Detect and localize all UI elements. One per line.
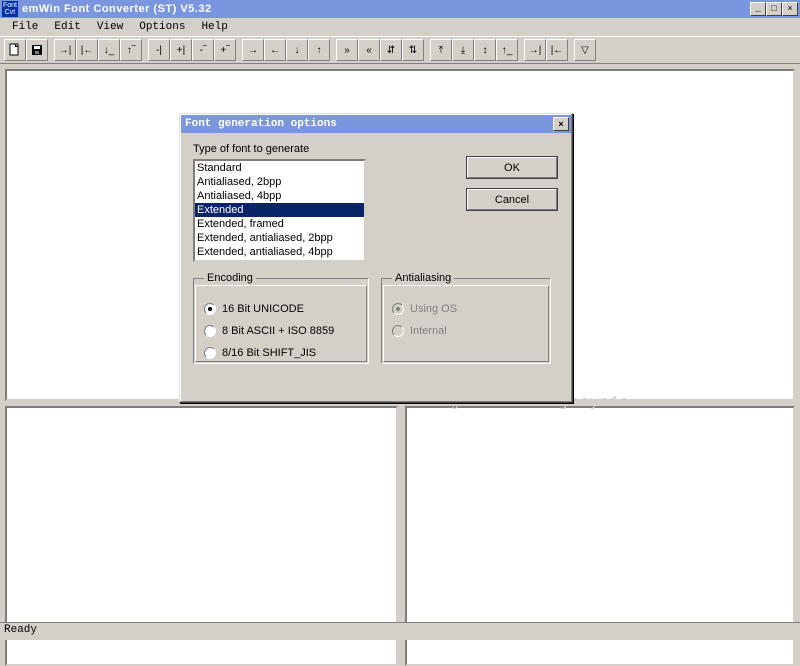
radio-label: Internal bbox=[410, 325, 447, 337]
radio-icon bbox=[392, 303, 404, 315]
skip-fwd-icon[interactable]: » bbox=[336, 39, 358, 61]
radio-label: 16 Bit UNICODE bbox=[222, 303, 304, 315]
radio-label: 8 Bit ASCII + ISO 8859 bbox=[222, 325, 334, 337]
font-type-item[interactable]: Antialiased, 2bpp bbox=[195, 175, 364, 189]
font-type-item[interactable]: Extended, framed bbox=[195, 217, 364, 231]
font-type-item[interactable]: Standard bbox=[195, 161, 364, 175]
shift-down-icon[interactable]: ↓_ bbox=[98, 39, 120, 61]
font-type-listbox[interactable]: StandardAntialiased, 2bppAntialiased, 4b… bbox=[193, 159, 366, 262]
menu-options[interactable]: Options bbox=[131, 19, 193, 35]
radio-icon bbox=[204, 325, 216, 337]
skip-back-icon[interactable]: « bbox=[358, 39, 380, 61]
menu-help[interactable]: Help bbox=[193, 19, 235, 35]
arrow-right-icon[interactable]: → bbox=[242, 39, 264, 61]
antialiasing-fieldset: Antialiasing Using OS Internal bbox=[381, 272, 551, 364]
menu-file[interactable]: File bbox=[4, 19, 46, 35]
dialog-close-button[interactable]: × bbox=[553, 117, 569, 131]
to-start-icon[interactable]: |← bbox=[546, 39, 568, 61]
antialiasing-option: Internal bbox=[392, 322, 540, 340]
to-end-icon[interactable]: →| bbox=[524, 39, 546, 61]
arrow-up-icon[interactable]: ↑ bbox=[308, 39, 330, 61]
radio-icon bbox=[392, 325, 404, 337]
stretch-v-icon[interactable]: ↕ bbox=[474, 39, 496, 61]
save-icon[interactable] bbox=[26, 39, 48, 61]
antialiasing-option: Using OS bbox=[392, 300, 540, 318]
close-button[interactable]: × bbox=[782, 2, 798, 16]
align-up-icon[interactable]: ↑_ bbox=[496, 39, 518, 61]
inc-left-icon[interactable]: +| bbox=[170, 39, 192, 61]
menu-edit[interactable]: Edit bbox=[46, 19, 88, 35]
arrow-down-icon[interactable]: ↓ bbox=[286, 39, 308, 61]
toolbar: →| |← ↓_ ↑‾ -| +| -‾ +‾ → ← ↓ ↑ » « ⇵ ⇅ … bbox=[0, 36, 800, 64]
dialog-titlebar: Font generation options × bbox=[181, 115, 571, 133]
app-icon: Font Cvt bbox=[2, 1, 18, 17]
shift-up-icon[interactable]: ↑‾ bbox=[120, 39, 142, 61]
encoding-fieldset: Encoding 16 Bit UNICODE 8 Bit ASCII + ISO… bbox=[193, 272, 369, 364]
cancel-button[interactable]: Cancel bbox=[466, 188, 558, 211]
antialiasing-legend: Antialiasing bbox=[392, 272, 454, 284]
dec-left-icon[interactable]: -| bbox=[148, 39, 170, 61]
window-title: emWin Font Converter (ST) V5.32 bbox=[22, 3, 750, 15]
inc-top-icon[interactable]: +‾ bbox=[214, 39, 236, 61]
align-top-icon[interactable]: ⤒ bbox=[430, 39, 452, 61]
status-text: Ready bbox=[4, 624, 37, 636]
font-generation-dialog: Font generation options × Type of font t… bbox=[179, 113, 573, 403]
encoding-legend: Encoding bbox=[204, 272, 256, 284]
radio-label: 8/16 Bit SHIFT_JIS bbox=[222, 347, 316, 359]
radio-label: Using OS bbox=[410, 303, 457, 315]
minimize-button[interactable]: _ bbox=[750, 2, 766, 16]
ok-button[interactable]: OK bbox=[466, 156, 558, 179]
shift-left-icon[interactable]: |← bbox=[76, 39, 98, 61]
align-bottom-icon[interactable]: ⤓ bbox=[452, 39, 474, 61]
font-type-item[interactable]: Extended bbox=[195, 203, 364, 217]
menu-view[interactable]: View bbox=[89, 19, 131, 35]
radio-icon bbox=[204, 303, 216, 315]
statusbar: Ready bbox=[0, 622, 800, 640]
titlebar: Font Cvt emWin Font Converter (ST) V5.32… bbox=[0, 0, 800, 18]
menubar: File Edit View Options Help bbox=[0, 18, 800, 36]
arrow-left-icon[interactable]: ← bbox=[264, 39, 286, 61]
filter-icon[interactable]: ▽ bbox=[574, 39, 596, 61]
compress-v-icon[interactable]: ⇵ bbox=[380, 39, 402, 61]
font-type-item[interactable]: Antialiased, 4bpp bbox=[195, 189, 364, 203]
shift-right-icon[interactable]: →| bbox=[54, 39, 76, 61]
maximize-button[interactable]: □ bbox=[766, 2, 782, 16]
type-label: Type of font to generate bbox=[193, 143, 559, 155]
radio-icon bbox=[204, 347, 216, 359]
font-type-item[interactable]: Extended, antialiased, 4bpp bbox=[195, 245, 364, 259]
encoding-option[interactable]: 8 Bit ASCII + ISO 8859 bbox=[204, 322, 358, 340]
font-type-item[interactable]: Extended, antialiased, 2bpp bbox=[195, 231, 364, 245]
encoding-option[interactable]: 8/16 Bit SHIFT_JIS bbox=[204, 344, 358, 362]
encoding-option[interactable]: 16 Bit UNICODE bbox=[204, 300, 358, 318]
dialog-title: Font generation options bbox=[183, 118, 553, 130]
dec-top-icon[interactable]: -‾ bbox=[192, 39, 214, 61]
new-icon[interactable] bbox=[4, 39, 26, 61]
expand-v-icon[interactable]: ⇅ bbox=[402, 39, 424, 61]
